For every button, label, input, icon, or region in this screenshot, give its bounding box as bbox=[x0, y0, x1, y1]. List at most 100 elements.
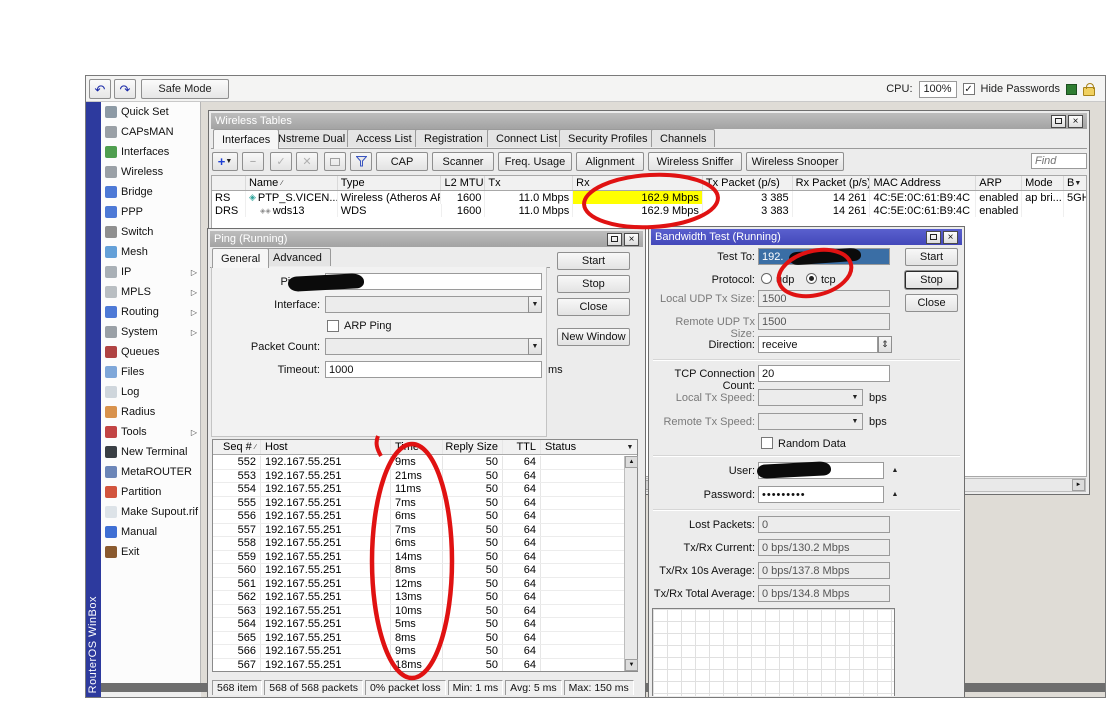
ping-tab-general[interactable]: General bbox=[212, 248, 269, 268]
bw-start-button[interactable]: Start bbox=[905, 248, 958, 266]
bw-close-button[interactable]: × bbox=[943, 231, 958, 244]
ping-vertical-scrollbar[interactable]: ▲ ▼ bbox=[624, 456, 637, 671]
password-input[interactable]: ••••••••• bbox=[758, 486, 884, 503]
disable-button[interactable]: ✕ bbox=[296, 152, 318, 171]
sidebar-item[interactable]: Log bbox=[101, 382, 200, 402]
ping-maximize-button[interactable] bbox=[607, 233, 622, 246]
find-input[interactable] bbox=[1031, 153, 1087, 169]
bw-close-action-button[interactable]: Close bbox=[905, 294, 958, 312]
user-up-button[interactable]: ▲ bbox=[888, 462, 902, 479]
undo-button[interactable]: ↶ bbox=[89, 79, 111, 99]
ping-start-button[interactable]: Start bbox=[557, 252, 630, 270]
wireless-snooper-button[interactable]: Wireless Snooper bbox=[746, 152, 844, 171]
ping-close-action-button[interactable]: Close bbox=[557, 298, 630, 316]
sidebar-item[interactable]: Make Supout.rif bbox=[101, 502, 200, 522]
tcp-count-input[interactable]: 20 bbox=[758, 365, 890, 382]
freq-usage-button[interactable]: Freq. Usage bbox=[498, 152, 572, 171]
sidebar-item[interactable]: Exit bbox=[101, 542, 200, 562]
ping-result-row[interactable]: 560 192.167.55.251 8ms 50 64 bbox=[213, 564, 624, 578]
redo-button[interactable]: ↷ bbox=[114, 79, 136, 99]
tab-interfaces[interactable]: Interfaces bbox=[213, 129, 279, 149]
ping-result-row[interactable]: 553 192.167.55.251 21ms 50 64 bbox=[213, 470, 624, 484]
direction-select[interactable]: receive bbox=[758, 336, 878, 353]
arp-ping-checkbox[interactable]: ✓ bbox=[327, 320, 339, 332]
packet-count-dropdown-button[interactable]: ▼ bbox=[528, 338, 542, 355]
ping-result-row[interactable]: 558 192.167.55.251 6ms 50 64 bbox=[213, 537, 624, 551]
remove-button[interactable]: − bbox=[242, 152, 264, 171]
sidebar-item[interactable]: Radius bbox=[101, 402, 200, 422]
sidebar-item[interactable]: Mesh bbox=[101, 242, 200, 262]
sidebar-item[interactable]: Queues bbox=[101, 342, 200, 362]
interface-select[interactable] bbox=[325, 296, 542, 313]
ping-result-row[interactable]: 552 192.167.55.251 9ms 50 64 bbox=[213, 456, 624, 470]
ping-result-row[interactable]: 564 192.167.55.251 5ms 50 64 bbox=[213, 618, 624, 632]
ping-result-row[interactable]: 567 192.167.55.251 18ms 50 64 bbox=[213, 659, 624, 672]
tab-registration[interactable]: Registration bbox=[415, 129, 492, 147]
ping-result-row[interactable]: 566 192.167.55.251 9ms 50 64 bbox=[213, 645, 624, 659]
sidebar-item[interactable]: New Terminal bbox=[101, 442, 200, 462]
sidebar-item[interactable]: Routing ▷ bbox=[101, 302, 200, 322]
ping-result-row[interactable]: 562 192.167.55.251 13ms 50 64 bbox=[213, 591, 624, 605]
wireless-row-1[interactable]: RS ◈PTP_S.VICEN... Wireless (Atheros AR9… bbox=[212, 191, 1086, 204]
comment-button[interactable] bbox=[324, 152, 346, 171]
random-data-checkbox[interactable]: ✓ bbox=[761, 437, 773, 449]
hide-passwords-checkbox[interactable]: ✓ bbox=[963, 83, 975, 95]
tab-connect-list[interactable]: Connect List bbox=[487, 129, 566, 147]
scroll-right-button[interactable]: ► bbox=[1072, 479, 1085, 491]
sidebar-item[interactable]: CAPsMAN bbox=[101, 122, 200, 142]
ping-result-row[interactable]: 557 192.167.55.251 7ms 50 64 bbox=[213, 524, 624, 538]
local-tx-dropdown-button[interactable]: ▼ bbox=[848, 389, 862, 406]
cap-button[interactable]: CAP bbox=[376, 152, 428, 171]
close-button[interactable]: × bbox=[1068, 115, 1083, 128]
maximize-button[interactable] bbox=[1051, 115, 1066, 128]
sidebar-item[interactable]: Wireless bbox=[101, 162, 200, 182]
protocol-tcp-radio[interactable] bbox=[806, 273, 817, 284]
wireless-sniffer-button[interactable]: Wireless Sniffer bbox=[648, 152, 742, 171]
sidebar-item[interactable]: Partition bbox=[101, 482, 200, 502]
ping-result-row[interactable]: 561 192.167.55.251 12ms 50 64 bbox=[213, 578, 624, 592]
enable-button[interactable]: ✓ bbox=[270, 152, 292, 171]
ping-tab-advanced[interactable]: Advanced bbox=[264, 248, 331, 266]
sidebar-item[interactable]: Quick Set bbox=[101, 102, 200, 122]
sidebar-item[interactable]: Files bbox=[101, 362, 200, 382]
sidebar-item[interactable]: Tools ▷ bbox=[101, 422, 200, 442]
scroll-up-button[interactable]: ▲ bbox=[625, 456, 638, 468]
ping-result-row[interactable]: 563 192.167.55.251 10ms 50 64 bbox=[213, 605, 624, 619]
wireless-row-2[interactable]: DRS ◈◈wds13 WDS 1600 11.0 Mbps 162.9 Mbp… bbox=[212, 204, 1086, 217]
ping-result-row[interactable]: 555 192.167.55.251 7ms 50 64 bbox=[213, 497, 624, 511]
interface-dropdown-button[interactable]: ▼ bbox=[528, 296, 542, 313]
direction-dropdown-button[interactable]: ⇕ bbox=[878, 336, 892, 353]
sidebar-item[interactable]: MPLS ▷ bbox=[101, 282, 200, 302]
sidebar-item[interactable]: Interfaces bbox=[101, 142, 200, 162]
ping-close-button[interactable]: × bbox=[624, 233, 639, 246]
sidebar-item[interactable]: Switch bbox=[101, 222, 200, 242]
tab-access-list[interactable]: Access List bbox=[347, 129, 421, 147]
safe-mode-button[interactable]: Safe Mode bbox=[141, 79, 229, 99]
bw-stop-button[interactable]: Stop bbox=[905, 271, 958, 289]
remote-tx-dropdown-button[interactable]: ▼ bbox=[848, 413, 862, 430]
sidebar-item[interactable]: IP ▷ bbox=[101, 262, 200, 282]
sidebar-item[interactable]: System ▷ bbox=[101, 322, 200, 342]
scroll-down-button[interactable]: ▼ bbox=[625, 659, 638, 671]
packet-count-select[interactable] bbox=[325, 338, 542, 355]
ping-result-row[interactable]: 554 192.167.55.251 11ms 50 64 bbox=[213, 483, 624, 497]
wireless-table-header[interactable]: Name ∕ Type L2 MTU Tx Rx Tx Packet (p/s)… bbox=[212, 176, 1086, 191]
ping-stop-button[interactable]: Stop bbox=[557, 275, 630, 293]
ping-new-window-button[interactable]: New Window bbox=[557, 328, 630, 346]
tab-security-profiles[interactable]: Security Profiles bbox=[559, 129, 656, 147]
protocol-udp-radio[interactable] bbox=[761, 273, 772, 284]
scanner-button[interactable]: Scanner bbox=[432, 152, 494, 171]
tab-nstreme-dual[interactable]: Nstreme Dual bbox=[269, 129, 354, 147]
wireless-titlebar[interactable]: Wireless Tables × bbox=[211, 113, 1087, 129]
ping-titlebar[interactable]: Ping (Running) × bbox=[210, 231, 643, 247]
password-up-button[interactable]: ▲ bbox=[888, 486, 902, 503]
sidebar-item[interactable]: Manual bbox=[101, 522, 200, 542]
bandwidth-titlebar[interactable]: Bandwidth Test (Running) × bbox=[651, 229, 962, 245]
sidebar-item[interactable]: Bridge bbox=[101, 182, 200, 202]
ping-result-row[interactable]: 559 192.167.55.251 14ms 50 64 bbox=[213, 551, 624, 565]
filter-button[interactable] bbox=[350, 152, 372, 171]
bw-maximize-button[interactable] bbox=[926, 231, 941, 244]
ping-results-header[interactable]: Seq # ∕ Host Time Reply Size TTL Status … bbox=[213, 440, 637, 455]
column-selector-button[interactable]: ▼ bbox=[623, 440, 637, 454]
sidebar-item[interactable]: MetaROUTER bbox=[101, 462, 200, 482]
